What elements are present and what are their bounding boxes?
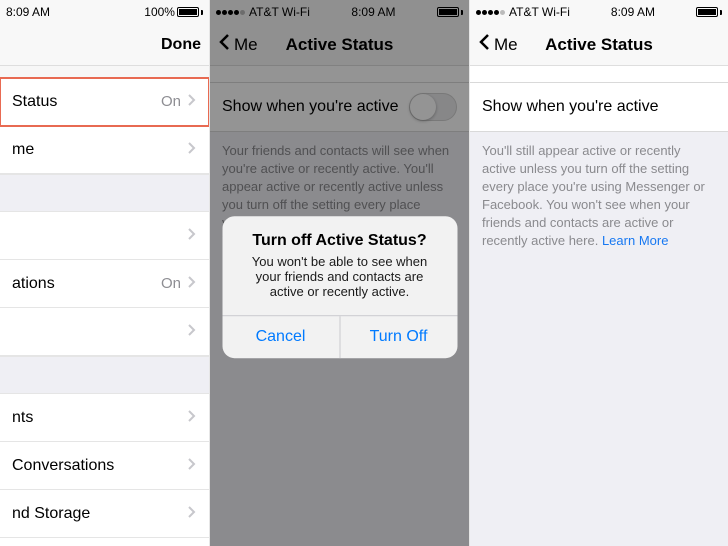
carrier: AT&T Wi-Fi [476,5,570,19]
learn-more-link[interactable]: Learn More [602,233,668,248]
row-value: On [161,93,197,111]
chevron-right-icon [187,505,197,523]
row-label: Conversations [12,457,114,475]
modal-title: Turn off Active Status? [222,216,457,254]
battery-icon: 100% [144,5,203,19]
modal-text: You won't be able to see when your frien… [222,254,457,315]
row-notifications[interactable]: ations On [0,260,209,308]
status-time: 8:09 AM [6,5,50,19]
chevron-right-icon [187,227,197,245]
status-time: 8:09 AM [611,5,655,19]
back-button[interactable]: Me [478,33,518,56]
active-status-pane-off: AT&T Wi-Fi 8:09 AM Me Active Status Show… [470,0,728,546]
row-payments[interactable]: nts [0,394,209,442]
settings-pane: 8:09 AM 100% Done Status On me ations On [0,0,210,546]
row-value: On [161,275,197,293]
row-label: Status [12,93,57,111]
status-bar: 8:09 AM 100% [0,0,209,24]
confirm-modal: Turn off Active Status? You won't be abl… [222,216,457,358]
chevron-right-icon [187,275,197,293]
chevron-right-icon [187,141,197,159]
battery-icon [696,7,722,17]
row-blank-1[interactable] [0,212,209,260]
turn-off-button[interactable]: Turn Off [340,316,457,358]
status-bar: AT&T Wi-Fi 8:09 AM [470,0,728,24]
carrier-text: AT&T Wi-Fi [509,5,570,19]
row-label: nts [12,409,33,427]
row-label: ations [12,275,55,293]
nav-bar: Me Active Status [470,24,728,66]
row-blank-2[interactable] [0,308,209,356]
chevron-left-icon [478,33,492,56]
row-data-storage[interactable]: nd Storage [0,490,209,538]
row-label: me [12,141,34,159]
cancel-button[interactable]: Cancel [222,316,340,358]
row-active-status[interactable]: Status On [0,78,209,126]
page-title: Active Status [518,35,680,55]
back-label: Me [494,35,518,55]
chevron-right-icon [187,323,197,341]
chevron-right-icon [187,409,197,427]
show-active-label: Show when you're active [482,98,658,116]
active-status-pane-dialog: AT&T Wi-Fi 8:09 AM Me Active Status Show… [210,0,470,546]
done-button[interactable]: Done [161,36,201,54]
chevron-right-icon [187,93,197,111]
help-text: You'll still appear active or recently a… [470,132,728,250]
row-username[interactable]: me [0,126,209,174]
show-active-row[interactable]: Show when you're active [470,82,728,132]
chevron-right-icon [187,457,197,475]
nav-bar: Done [0,24,209,66]
done-label: Done [161,36,201,54]
row-label: nd Storage [12,505,90,523]
battery-pct: 100% [144,5,175,19]
row-secret-conversations[interactable]: Conversations [0,442,209,490]
